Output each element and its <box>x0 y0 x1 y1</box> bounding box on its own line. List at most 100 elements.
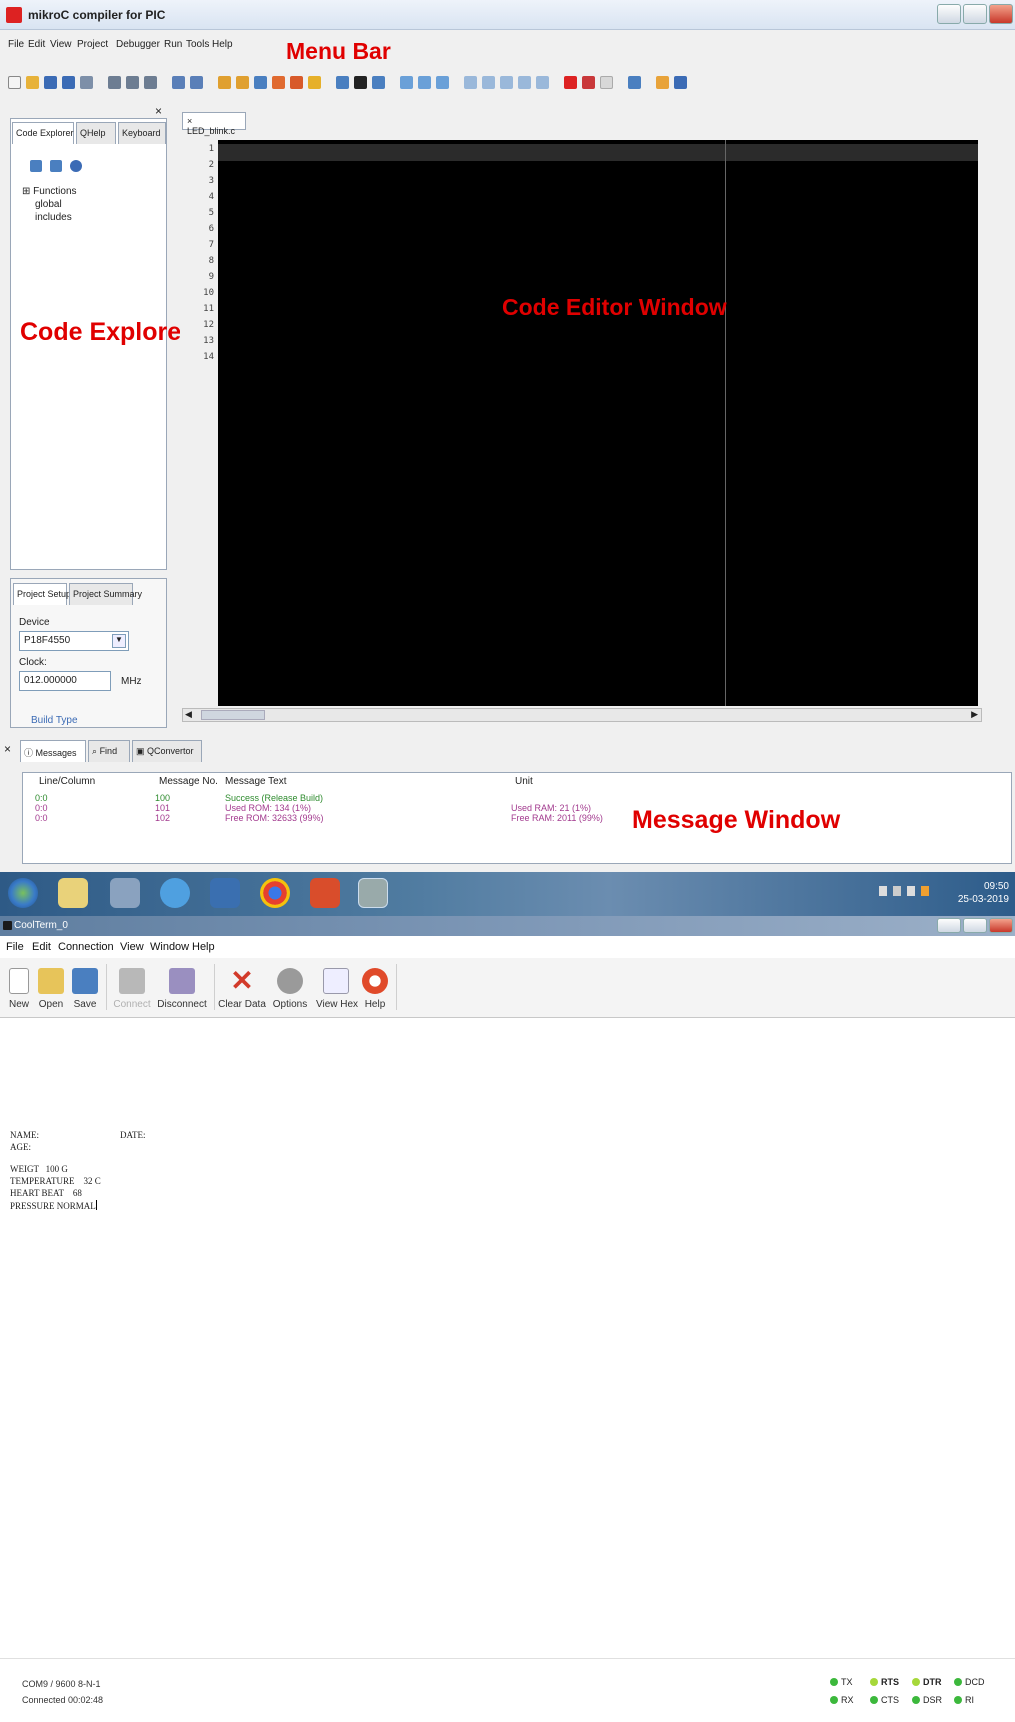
start-button-icon[interactable] <box>8 878 38 908</box>
close-icon[interactable] <box>989 918 1013 933</box>
file-explorer-icon[interactable] <box>58 878 88 908</box>
tool-a-icon[interactable] <box>400 75 413 89</box>
explorer-close-icon[interactable]: × <box>155 104 162 118</box>
jump-icon[interactable] <box>536 75 549 89</box>
new-button[interactable]: New <box>6 958 32 1016</box>
menu-edit[interactable]: Edit <box>28 39 45 50</box>
app-icon[interactable] <box>110 878 140 908</box>
clear-data-button[interactable]: ✕ Clear Data <box>218 958 266 1016</box>
project-icon[interactable] <box>218 75 231 89</box>
tool-c-icon[interactable] <box>436 75 449 89</box>
print-icon[interactable] <box>80 75 93 89</box>
column-header-line[interactable]: Line/Column <box>35 773 99 791</box>
tab-close-icon[interactable]: × <box>187 116 192 126</box>
run-to-cursor-icon[interactable] <box>518 75 531 89</box>
maximize-icon[interactable] <box>963 4 987 24</box>
tree-item-includes[interactable]: includes <box>35 212 72 223</box>
open-button[interactable]: Open <box>36 958 66 1016</box>
clear-breakpoints-icon[interactable] <box>582 75 595 89</box>
tool-b-icon[interactable] <box>418 75 431 89</box>
undo-icon[interactable] <box>172 75 185 89</box>
tree-item-global[interactable]: global <box>35 199 62 210</box>
view-hex-button[interactable]: View Hex <box>316 958 358 1016</box>
column-header-message-no[interactable]: Message No. <box>155 773 222 791</box>
build-all-icon[interactable] <box>272 75 285 89</box>
step-into-icon[interactable] <box>464 75 477 89</box>
save-button[interactable]: Save <box>70 958 100 1016</box>
messages-close-icon[interactable]: × <box>4 742 11 756</box>
clock-date[interactable]: 25-03-2019 <box>958 893 1009 906</box>
menu-window[interactable]: Window <box>150 941 189 953</box>
chrome-icon[interactable] <box>260 878 290 908</box>
connect-button[interactable]: Connect <box>112 958 152 1016</box>
code-editor[interactable] <box>218 140 978 706</box>
menu-file[interactable]: File <box>6 941 24 953</box>
tray-volume-icon[interactable] <box>907 886 915 896</box>
save-icon[interactable] <box>44 75 57 89</box>
menu-connection[interactable]: Connection <box>58 941 114 953</box>
scroll-right-icon[interactable]: ▶ <box>971 709 978 720</box>
minimize-icon[interactable] <box>937 918 961 933</box>
tab-project-setup[interactable]: Project Setup <box>13 583 71 605</box>
build-icon[interactable] <box>254 75 267 89</box>
editor-file-tab[interactable]: × LED_blink.c <box>182 112 246 136</box>
tools-icon[interactable] <box>628 75 641 89</box>
step-out-icon[interactable] <box>500 75 513 89</box>
menu-view[interactable]: View <box>120 941 144 953</box>
column-header-message-text[interactable]: Message Text <box>221 773 291 791</box>
menu-edit[interactable]: Edit <box>32 941 51 953</box>
device-select[interactable]: P18F4550 ▼ <box>19 631 129 651</box>
menu-run[interactable]: Run <box>164 39 182 50</box>
filter-icon[interactable] <box>30 160 42 172</box>
tab-project-summary[interactable]: Project Summary <box>69 583 142 605</box>
terminal-output[interactable]: NAME: DATE: AGE: WEIGT 100 G TEMPERATURE… <box>0 1020 1015 1650</box>
cut-icon[interactable] <box>108 75 121 89</box>
sort-icon[interactable] <box>50 160 62 172</box>
maximize-icon[interactable] <box>963 918 987 933</box>
clock-input[interactable]: 012.000000 <box>19 671 111 691</box>
menu-project[interactable]: Project <box>77 39 108 50</box>
breakpoint-icon[interactable] <box>564 75 577 89</box>
tray-flag-icon[interactable] <box>879 886 887 896</box>
close-icon[interactable] <box>989 4 1013 24</box>
open-file-icon[interactable] <box>26 75 39 89</box>
menu-view[interactable]: View <box>50 39 72 50</box>
help-icon[interactable] <box>656 75 669 89</box>
menu-file[interactable]: File <box>8 39 24 50</box>
tab-qhelp[interactable]: QHelp <box>76 122 116 144</box>
watch-icon[interactable] <box>600 75 613 89</box>
editor-horizontal-scrollbar[interactable]: ◀ ▶ <box>182 708 982 722</box>
tab-messages[interactable]: ⓘ Messages <box>20 740 86 762</box>
internet-explorer-icon[interactable] <box>160 878 190 908</box>
paste-icon[interactable] <box>144 75 157 89</box>
help-button[interactable]: Help <box>360 958 390 1016</box>
disconnect-button[interactable]: Disconnect <box>154 958 210 1016</box>
tray-update-icon[interactable] <box>921 886 929 896</box>
tab-keyboard[interactable]: Keyboard <box>118 122 166 144</box>
menu-tools[interactable]: Tools <box>186 39 209 50</box>
about-icon[interactable] <box>674 75 687 89</box>
column-header-unit[interactable]: Unit <box>511 773 537 791</box>
options-icon[interactable] <box>308 75 321 89</box>
tab-find[interactable]: ⌕ Find <box>88 740 130 762</box>
grid-icon[interactable] <box>336 75 349 89</box>
scroll-left-icon[interactable]: ◀ <box>185 709 192 720</box>
menu-help[interactable]: Help <box>212 39 233 50</box>
menu-help[interactable]: Help <box>192 941 215 953</box>
copy-icon[interactable] <box>126 75 139 89</box>
redo-icon[interactable] <box>190 75 203 89</box>
new-file-icon[interactable] <box>8 75 21 89</box>
chevron-down-icon[interactable]: ▼ <box>112 634 126 648</box>
step-over-icon[interactable] <box>482 75 495 89</box>
powerpoint-icon[interactable] <box>310 878 340 908</box>
coolterm-taskbar-icon[interactable] <box>358 878 388 908</box>
tab-code-explorer[interactable]: Code Explorer <box>12 122 74 144</box>
tray-network-icon[interactable] <box>893 886 901 896</box>
scroll-thumb[interactable] <box>201 710 265 720</box>
info-icon[interactable] <box>70 160 82 172</box>
menu-debugger[interactable]: Debugger <box>116 39 160 50</box>
tree-item-functions[interactable]: ⊞ Functions <box>22 186 77 197</box>
save-all-icon[interactable] <box>62 75 75 89</box>
program-icon[interactable] <box>290 75 303 89</box>
options-button[interactable]: Options <box>270 958 310 1016</box>
